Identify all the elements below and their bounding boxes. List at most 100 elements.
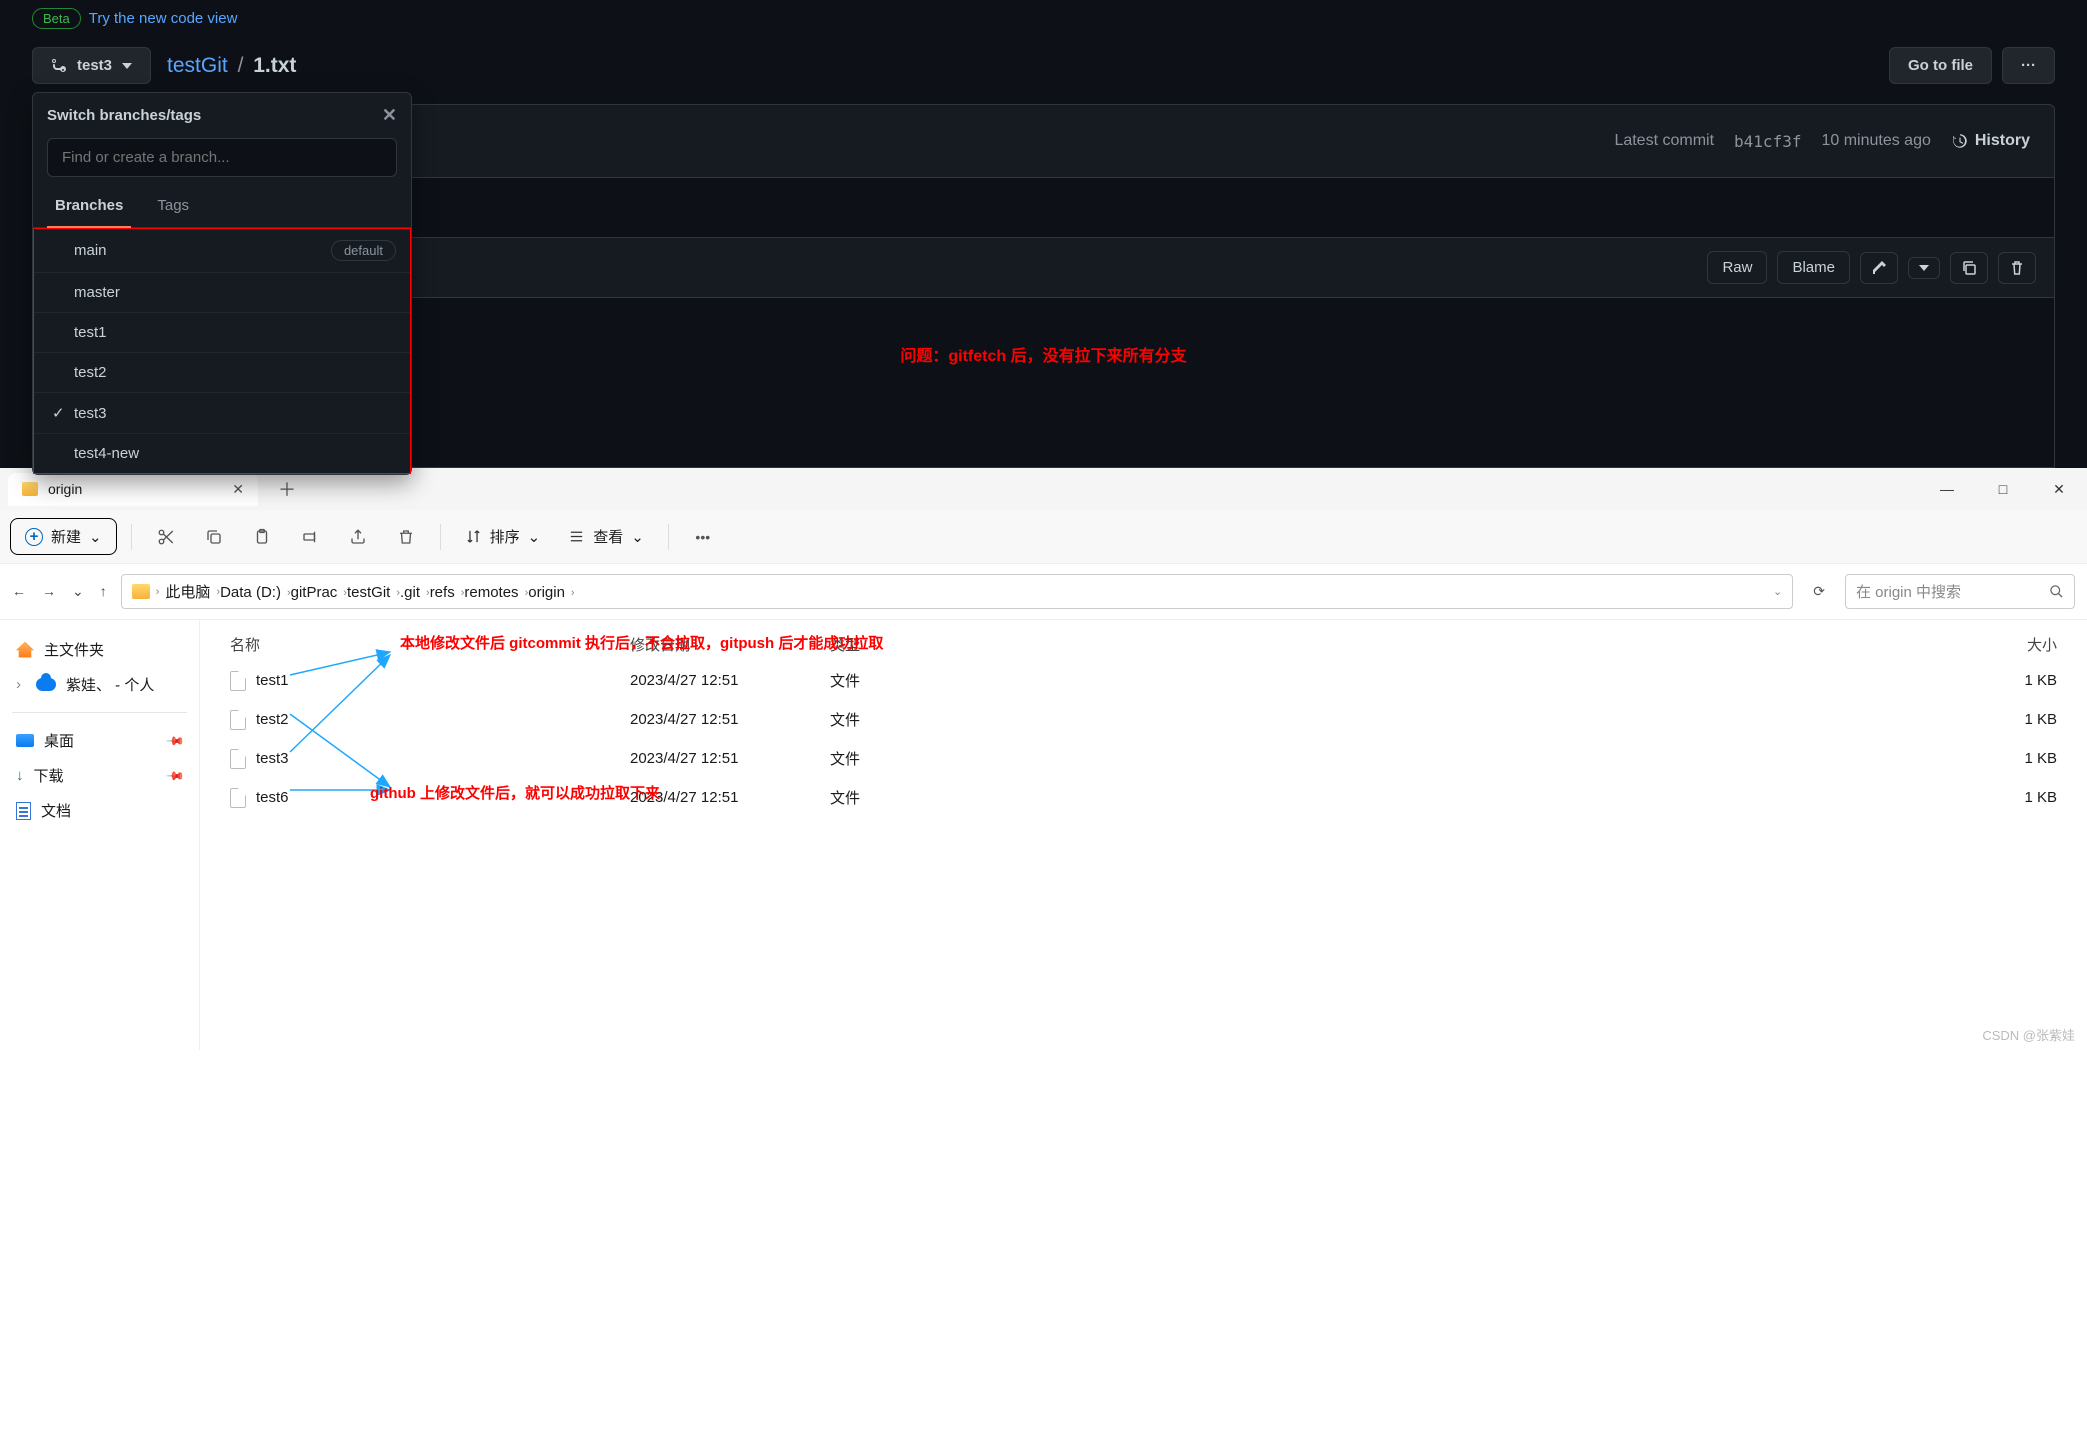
- file-icon: [230, 710, 246, 730]
- addr-segment[interactable]: gitPrac ›: [291, 584, 347, 601]
- addr-segment[interactable]: refs ›: [430, 584, 465, 601]
- edit-button[interactable]: [1860, 252, 1898, 284]
- col-size[interactable]: 大小: [1000, 634, 2057, 655]
- new-button[interactable]: + 新建 ⌄: [10, 518, 117, 555]
- nav-forward[interactable]: →: [42, 583, 56, 600]
- clipboard-icon: [253, 528, 271, 546]
- nav-back[interactable]: ←: [12, 583, 26, 600]
- caret-down-icon: [122, 63, 132, 69]
- search-placeholder: 在 origin 中搜索: [1856, 581, 1961, 602]
- tab-add-button[interactable]: ＋: [278, 476, 296, 502]
- raw-button[interactable]: Raw: [1707, 251, 1767, 284]
- file-icon: [230, 671, 246, 691]
- check-icon: ✓: [52, 404, 74, 422]
- search-icon: [2049, 584, 2064, 599]
- pin-icon: 📌: [165, 765, 185, 785]
- git-branch-icon: [51, 58, 67, 74]
- explorer-tab[interactable]: origin ✕: [8, 473, 258, 506]
- document-icon: [16, 802, 31, 820]
- explorer-window: origin ✕ ＋ — □ ✕ + 新建 ⌄ 排序 ⌄ 查看 ⌄: [0, 468, 2087, 1050]
- copy-button[interactable]: [194, 519, 234, 555]
- delete-button[interactable]: [1998, 252, 2036, 284]
- copy-button[interactable]: [1950, 252, 1988, 284]
- rename-button[interactable]: [290, 519, 330, 555]
- branch-select-button[interactable]: test3: [32, 47, 151, 84]
- chevron-down-icon[interactable]: ⌄: [1773, 585, 1782, 598]
- trash-icon: [397, 528, 415, 546]
- addr-segment[interactable]: .git ›: [400, 584, 430, 601]
- cloud-icon: [36, 678, 56, 691]
- beta-badge: Beta: [32, 8, 81, 29]
- branch-item[interactable]: test4-new: [34, 433, 410, 473]
- chevron-down-icon: ⌄: [89, 528, 102, 546]
- file-row[interactable]: test32023/4/27 12:51文件1 KB: [220, 739, 2067, 778]
- branch-item[interactable]: test1: [34, 312, 410, 352]
- share-icon: [349, 528, 367, 546]
- more-button[interactable]: •••: [683, 519, 723, 555]
- sidebar-home[interactable]: 主文件夹: [8, 632, 191, 667]
- caret-down-icon: [1919, 265, 1929, 271]
- address-bar[interactable]: › 此电脑 ›Data (D:) ›gitPrac ›testGit ›.git…: [121, 574, 1794, 609]
- latest-commit-label: Latest commit: [1614, 132, 1714, 150]
- go-to-file-button[interactable]: Go to file: [1889, 47, 1992, 84]
- sort-button[interactable]: 排序 ⌄: [455, 520, 551, 553]
- tab-tags[interactable]: Tags: [149, 187, 197, 227]
- tab-close-icon[interactable]: ✕: [232, 481, 244, 498]
- file-row[interactable]: test12023/4/27 12:51文件1 KB: [220, 661, 2067, 700]
- window-minimize[interactable]: —: [1919, 468, 1975, 510]
- paste-button[interactable]: [242, 519, 282, 555]
- copy-icon: [1961, 260, 1977, 276]
- tab-branches[interactable]: Branches: [47, 187, 131, 228]
- refresh-button[interactable]: ⟳: [1807, 583, 1831, 600]
- annotation-github: github 上修改文件后，就可以成功拉取下来: [370, 782, 660, 803]
- tab-title: origin: [48, 481, 82, 497]
- nav-up[interactable]: ↑: [100, 583, 107, 600]
- file-icon: [230, 749, 246, 769]
- branch-list: maindefaultmastertest1test2✓test3test4-n…: [33, 228, 411, 474]
- address-bar-row: ← → ⌄ ↑ › 此电脑 ›Data (D:) ›gitPrac ›testG…: [0, 563, 2087, 620]
- branch-item[interactable]: maindefault: [34, 229, 410, 272]
- commit-hash[interactable]: b41cf3f: [1734, 132, 1801, 151]
- desktop-icon: [16, 734, 34, 747]
- branch-item[interactable]: master: [34, 272, 410, 312]
- sidebar-documents[interactable]: 文档: [8, 793, 191, 828]
- addr-segment[interactable]: origin ›: [528, 584, 574, 601]
- addr-segment[interactable]: testGit ›: [347, 584, 400, 601]
- new-code-view-link[interactable]: Try the new code view: [89, 10, 238, 27]
- nav-recent[interactable]: ⌄: [72, 583, 84, 600]
- pin-icon: 📌: [165, 730, 185, 750]
- commit-time: 10 minutes ago: [1821, 132, 1930, 150]
- chevron-down-icon: ⌄: [631, 528, 644, 546]
- branch-name: test3: [77, 57, 112, 74]
- sidebar-downloads[interactable]: ↓下载📌: [8, 758, 191, 793]
- more-button[interactable]: ···: [2002, 47, 2055, 84]
- delete-button[interactable]: [386, 519, 426, 555]
- sidebar-desktop[interactable]: 桌面📌: [8, 723, 191, 758]
- window-close[interactable]: ✕: [2031, 468, 2087, 510]
- branch-search-input[interactable]: [47, 138, 397, 177]
- view-button[interactable]: 查看 ⌄: [558, 520, 654, 553]
- repo-link[interactable]: testGit: [167, 54, 228, 77]
- default-badge: default: [331, 240, 396, 261]
- window-maximize[interactable]: □: [1975, 468, 2031, 510]
- file-row[interactable]: test22023/4/27 12:51文件1 KB: [220, 700, 2067, 739]
- copy-icon: [205, 528, 223, 546]
- branch-item[interactable]: ✓test3: [34, 392, 410, 433]
- file-name: 1.txt: [253, 54, 296, 77]
- addr-segment[interactable]: 此电脑 ›: [165, 581, 220, 602]
- addr-segment[interactable]: remotes ›: [464, 584, 528, 601]
- close-icon[interactable]: ✕: [382, 105, 397, 126]
- search-input[interactable]: 在 origin 中搜索: [1845, 574, 2075, 609]
- folder-icon: [132, 584, 150, 599]
- blame-button[interactable]: Blame: [1777, 251, 1850, 284]
- cut-button[interactable]: [146, 519, 186, 555]
- annotation-local: 本地修改文件后 gitcommit 执行后，不会拉取，gitpush 后才能成功…: [400, 632, 883, 653]
- sidebar-onedrive[interactable]: ›紫娃、 - 个人: [8, 667, 191, 702]
- addr-segment[interactable]: Data (D:) ›: [220, 584, 291, 601]
- history-button[interactable]: History: [1951, 132, 2030, 150]
- share-button[interactable]: [338, 519, 378, 555]
- branch-item[interactable]: test2: [34, 352, 410, 392]
- home-icon: [16, 642, 34, 658]
- edit-dropdown[interactable]: [1908, 257, 1940, 279]
- sort-icon: [465, 528, 482, 545]
